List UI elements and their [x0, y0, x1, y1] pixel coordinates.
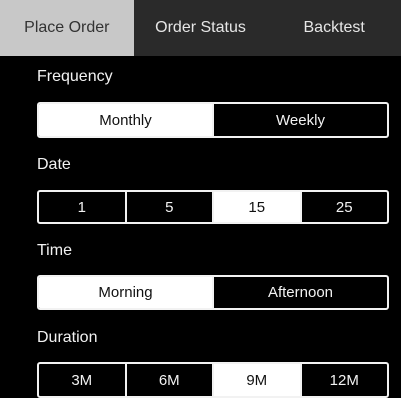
tab-bar: Place Order Order Status Backtest [0, 0, 401, 56]
frequency-option-monthly[interactable]: Monthly [39, 104, 212, 136]
date-selector: 1 5 15 25 [37, 190, 389, 224]
duration-option-6m[interactable]: 6M [124, 364, 213, 396]
time-option-morning[interactable]: Morning [39, 277, 212, 308]
order-form: Frequency Monthly Weekly Date 1 5 15 25 … [0, 56, 401, 398]
tab-order-status[interactable]: Order Status [134, 0, 268, 56]
duration-option-9m[interactable]: 9M [212, 364, 300, 396]
duration-label: Duration [37, 329, 98, 346]
duration-option-3m[interactable]: 3M [39, 364, 125, 396]
frequency-label: Frequency [37, 68, 113, 85]
time-selector: Morning Afternoon [37, 275, 389, 310]
time-label: Time [37, 242, 72, 259]
date-option-15[interactable]: 15 [212, 192, 300, 222]
tab-backtest[interactable]: Backtest [267, 0, 401, 56]
date-option-25[interactable]: 25 [299, 192, 388, 222]
frequency-selector: Monthly Weekly [37, 102, 389, 138]
duration-option-12m[interactable]: 12M [299, 364, 388, 396]
frequency-option-weekly[interactable]: Weekly [212, 104, 387, 136]
date-label: Date [37, 156, 71, 173]
tab-place-order[interactable]: Place Order [0, 0, 134, 56]
date-option-5[interactable]: 5 [124, 192, 213, 222]
duration-selector: 3M 6M 9M 12M [37, 362, 389, 398]
date-option-1[interactable]: 1 [39, 192, 125, 222]
time-option-afternoon[interactable]: Afternoon [212, 277, 387, 308]
